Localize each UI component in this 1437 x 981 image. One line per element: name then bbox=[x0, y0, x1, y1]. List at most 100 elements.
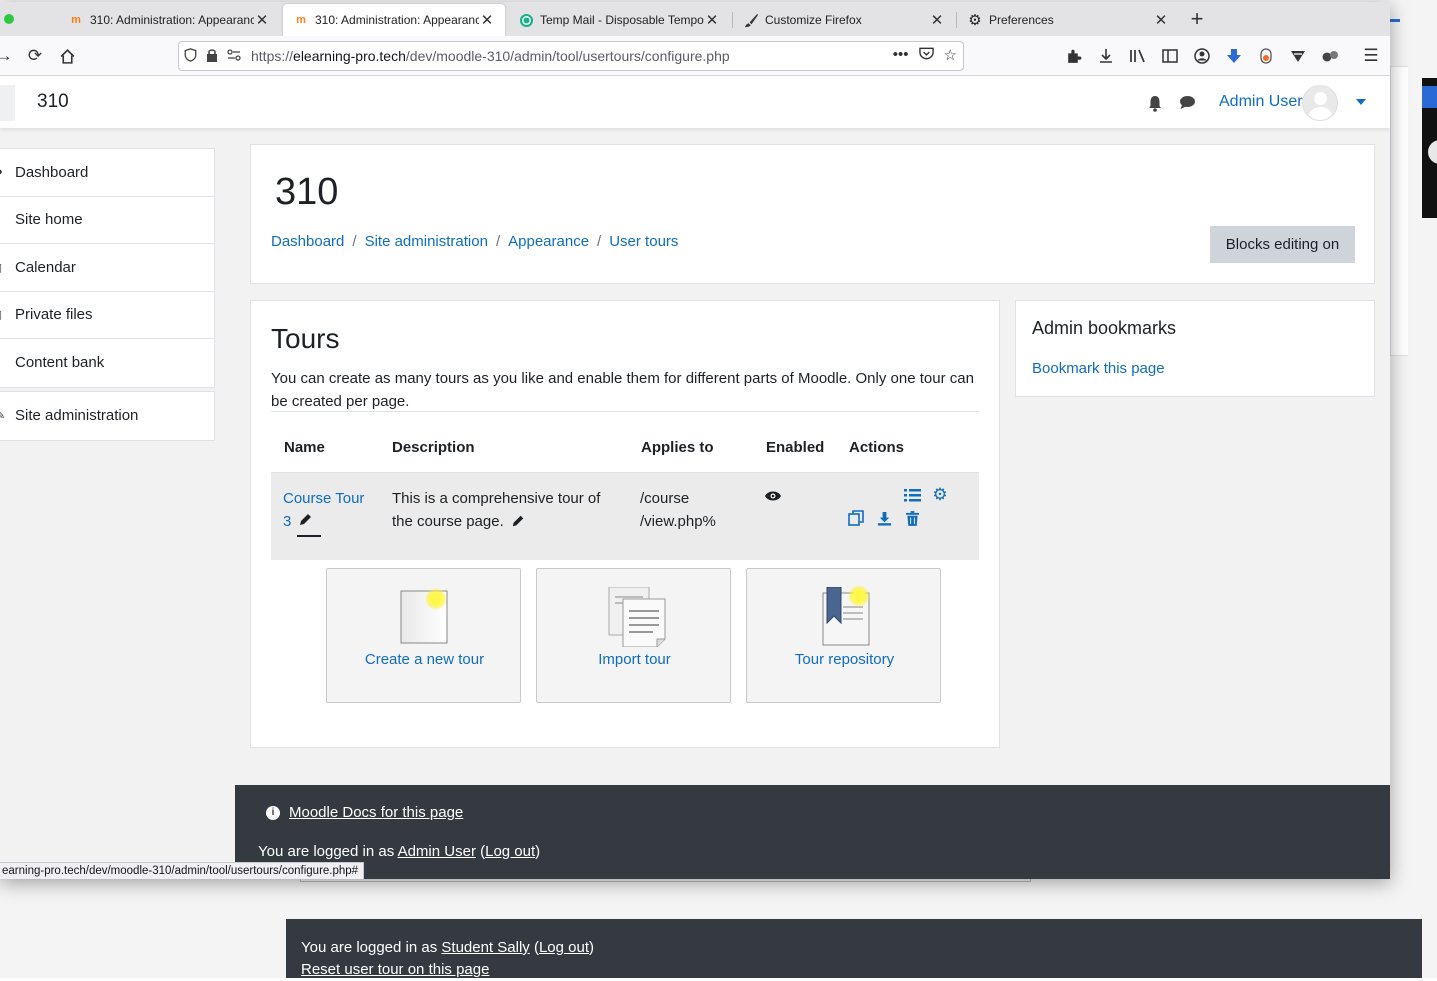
avatar-head bbox=[1314, 92, 1327, 105]
blue-download-arrow-icon[interactable] bbox=[1222, 44, 1246, 68]
sidebar-item-site-home[interactable]: Site home bbox=[0, 197, 214, 244]
library-icon[interactable] bbox=[1126, 44, 1150, 68]
permissions-icon[interactable] bbox=[223, 48, 245, 64]
bookmark-this-page-link[interactable]: Bookmark this page bbox=[1032, 360, 1165, 377]
calendar-icon: ▯ bbox=[0, 261, 2, 274]
extension-orange-icon[interactable] bbox=[1254, 44, 1278, 68]
login-prefix: You are logged in as bbox=[258, 843, 398, 860]
breadcrumb-user-tours[interactable]: User tours bbox=[609, 233, 678, 250]
export-download-icon[interactable] bbox=[875, 509, 893, 527]
import-document-icon bbox=[607, 586, 666, 648]
avatar[interactable] bbox=[1302, 85, 1338, 121]
tours-description: You can create as many tours as you like… bbox=[271, 370, 974, 410]
window-zoom-button[interactable] bbox=[4, 14, 14, 24]
bookmark-star-icon[interactable]: ☆ bbox=[944, 46, 957, 64]
breadcrumb-site-administration[interactable]: Site administration bbox=[365, 233, 488, 250]
tour-repository-tile[interactable]: Tour repository bbox=[746, 568, 941, 703]
tab-administration-1[interactable]: m 310: Administration: Appearance ✕ bbox=[58, 4, 280, 36]
admin-bookmarks-title: Admin bookmarks bbox=[1032, 318, 1177, 338]
edit-pencil-icon[interactable] bbox=[297, 512, 321, 537]
close-icon[interactable]: ✕ bbox=[704, 11, 720, 29]
breadcrumb-dashboard[interactable]: Dashboard bbox=[271, 233, 344, 250]
table-top-rule bbox=[271, 411, 979, 412]
url-bar-actions: ••• ☆ bbox=[893, 46, 957, 64]
download-icon[interactable] bbox=[1094, 44, 1118, 68]
sidebar-toggle-icon[interactable] bbox=[1158, 44, 1182, 68]
home-icon[interactable] bbox=[55, 44, 79, 68]
sidebar-item-label: Site administration bbox=[15, 407, 139, 425]
import-tour-tile[interactable]: Import tour bbox=[536, 568, 731, 703]
sidebar-item-dashboard[interactable]: ◕ Dashboard bbox=[0, 149, 214, 197]
notification-bell-icon[interactable] bbox=[1147, 95, 1165, 113]
create-tour-label: Create a new tour bbox=[364, 651, 485, 668]
user-menu-name[interactable]: Admin User bbox=[1219, 93, 1303, 111]
chevron-down-icon[interactable] bbox=[1356, 99, 1366, 105]
hamburger-menu-icon[interactable]: ☰ bbox=[1359, 44, 1383, 68]
url-bar[interactable]: https://elearning-pro.tech/dev/moodle-31… bbox=[178, 41, 964, 71]
close-icon[interactable]: ✕ bbox=[1153, 11, 1169, 29]
browser-window: m 310: Administration: Appearance ✕ m 31… bbox=[0, 2, 1390, 879]
pocket-icon[interactable] bbox=[918, 46, 934, 64]
blocks-editing-button[interactable]: Blocks editing on bbox=[1210, 226, 1355, 263]
nav-admin-group: ✎ Site administration bbox=[0, 391, 215, 441]
sidebar-item-content-bank[interactable]: Content bank bbox=[0, 339, 214, 387]
background-footer: You are logged in as Student Sally (Log … bbox=[286, 919, 1422, 978]
nav-drawer: ◕ Dashboard Site home ▯ Calendar ▯ Priva… bbox=[0, 128, 235, 879]
trash-icon[interactable] bbox=[903, 509, 921, 527]
site-name[interactable]: 310 bbox=[37, 91, 69, 113]
background-login-user-link[interactable]: Student Sally bbox=[441, 939, 529, 956]
edit-pencil-icon[interactable] bbox=[511, 512, 525, 535]
lock-icon[interactable] bbox=[201, 48, 223, 65]
tab-administration-2[interactable]: m 310: Administration: Appearance ✕ bbox=[283, 4, 505, 36]
gear-icon[interactable]: ⚙ bbox=[931, 485, 949, 504]
nav-primary-group: ◕ Dashboard Site home ▯ Calendar ▯ Priva… bbox=[0, 148, 215, 388]
logout-link[interactable]: Log out bbox=[485, 843, 535, 860]
tab-preferences[interactable]: ⚙ Preferences ✕ bbox=[957, 4, 1179, 36]
background-login-line: You are logged in as Student Sally (Log … bbox=[301, 939, 594, 956]
extensions-icon[interactable] bbox=[1061, 44, 1085, 68]
close-icon[interactable]: ✕ bbox=[929, 11, 945, 29]
background-logout-link[interactable]: Log out bbox=[539, 939, 589, 956]
wrench-icon: ✎ bbox=[0, 410, 6, 423]
tours-card: Tours You can create as many tours as yo… bbox=[250, 300, 1000, 748]
breadcrumb-appearance[interactable]: Appearance bbox=[508, 233, 589, 250]
shield-icon[interactable] bbox=[179, 47, 201, 65]
create-tour-tile[interactable]: Create a new tour bbox=[326, 568, 521, 703]
new-tab-button[interactable]: + bbox=[1185, 6, 1209, 32]
breadcrumb-separator: / bbox=[352, 233, 357, 250]
breadcrumb: Dashboard / Site administration / Appear… bbox=[271, 233, 678, 250]
background-reset-tour-link[interactable]: Reset user tour on this page bbox=[301, 961, 489, 978]
page-title: 310 bbox=[275, 171, 339, 213]
account-icon[interactable] bbox=[1190, 44, 1214, 68]
tab-temp-mail[interactable]: Temp Mail - Disposable Temporary ✕ bbox=[508, 4, 730, 36]
highlight-glow bbox=[425, 588, 447, 610]
sidebar-item-site-administration[interactable]: ✎ Site administration bbox=[0, 392, 214, 440]
eye-icon[interactable] bbox=[764, 487, 782, 505]
tour-applies-line2: /view.php% bbox=[640, 513, 716, 530]
moodle-docs-link[interactable]: Moodle Docs for this page bbox=[289, 804, 463, 821]
messages-chat-icon[interactable] bbox=[1179, 95, 1197, 113]
close-icon[interactable]: ✕ bbox=[479, 11, 495, 29]
sidebar-item-private-files[interactable]: ▯ Private files bbox=[0, 292, 214, 339]
tab-bar: m 310: Administration: Appearance ✕ m 31… bbox=[0, 2, 1390, 36]
tour-name-link[interactable]: Course Tour 3 bbox=[283, 490, 364, 530]
close-icon[interactable]: ✕ bbox=[254, 11, 270, 29]
reload-icon[interactable]: ⟳ bbox=[23, 44, 47, 68]
tab-customize-firefox[interactable]: Customize Firefox ✕ bbox=[733, 4, 955, 36]
breadcrumb-separator: / bbox=[495, 233, 501, 250]
duplicate-icon[interactable] bbox=[847, 509, 865, 527]
tour-description-line2: the course page. bbox=[392, 513, 504, 530]
sidebar-item-label: Private files bbox=[15, 306, 93, 324]
extension-filter-icon[interactable] bbox=[1286, 44, 1310, 68]
sidebar-item-calendar[interactable]: ▯ Calendar bbox=[0, 244, 214, 292]
avatar-body bbox=[1308, 107, 1333, 120]
tour-applies-to-cell: /course /view.php% bbox=[640, 487, 716, 533]
login-user-link[interactable]: Admin User bbox=[398, 843, 476, 860]
sidebar-item-label: Content bank bbox=[15, 354, 105, 372]
forward-arrow-icon[interactable]: → bbox=[0, 44, 16, 68]
drawer-toggle-button[interactable] bbox=[0, 85, 15, 121]
tab-title: Temp Mail - Disposable Temporary bbox=[540, 13, 704, 27]
extension-glasses-icon[interactable] bbox=[1318, 44, 1342, 68]
list-icon[interactable] bbox=[903, 486, 921, 504]
more-actions-icon[interactable]: ••• bbox=[893, 46, 909, 64]
